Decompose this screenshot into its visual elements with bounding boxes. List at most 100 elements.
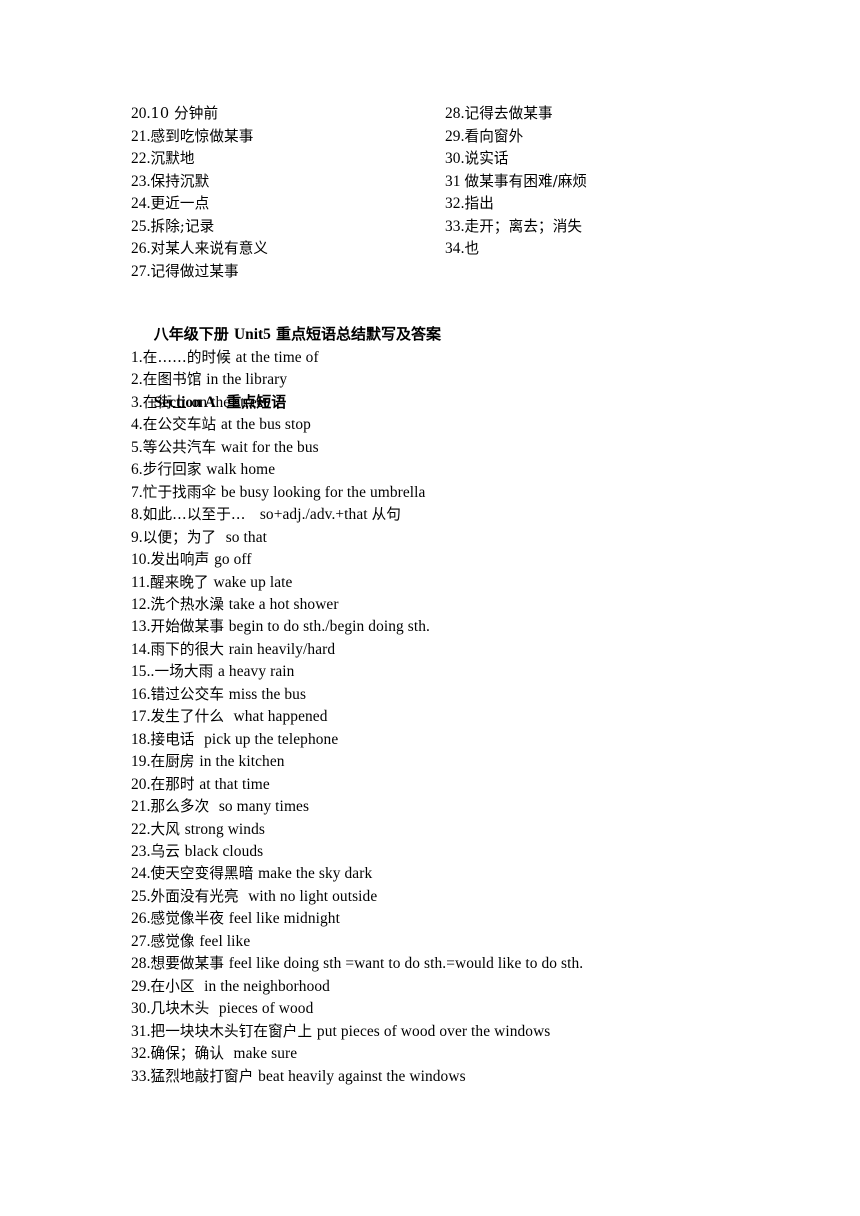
list-item: 5.等公共汽车 wait for the bus: [131, 437, 831, 459]
list-item-english: so many times: [218, 798, 310, 816]
list-item-number: 6.: [131, 461, 143, 479]
list-item: 21.感到吃惊做某事: [131, 126, 268, 149]
list-item-english: a heavy rain: [218, 663, 295, 681]
list-item: 13.开始做某事 begin to do sth./begin doing st…: [131, 616, 831, 638]
list-item-chinese: 感觉像半夜: [150, 910, 229, 928]
list-item-chinese: 指出: [464, 195, 494, 212]
list-item-english: on the street: [191, 393, 269, 411]
list-item-chinese-tail: 从句: [371, 506, 401, 524]
list-item-number: 2.: [131, 371, 143, 389]
list-item-number: 30.: [131, 1000, 151, 1018]
list-item: 29.看向窗外: [445, 126, 587, 149]
list-item-number: 16.: [131, 685, 151, 703]
list-item-number: 26.: [131, 910, 151, 928]
list-item-number: 14.: [131, 640, 151, 658]
list-item-chinese: 看向窗外: [464, 127, 524, 145]
list-item-number: 12.: [131, 595, 151, 613]
list-item-chinese: 保持沉默: [150, 172, 210, 190]
list-item-english: what happened: [233, 708, 328, 726]
list-item-chinese: 感到吃惊做某事: [150, 127, 254, 145]
list-item-number: 33.: [445, 217, 465, 235]
list-item-number: 8.: [131, 506, 143, 524]
list-item: 12.洗个热水澡 take a hot shower: [131, 594, 831, 616]
list-item-number: 21.: [131, 127, 151, 145]
list-item: 14.雨下的很大 rain heavily/hard: [131, 639, 831, 661]
list-item-chinese: 忙于找雨伞: [142, 483, 221, 501]
list-item: 22.大风 strong winds: [131, 819, 831, 841]
list-item-english: feel like: [199, 932, 251, 950]
list-item-chinese: 大风: [150, 820, 185, 838]
list-item: 27.记得做过某事: [131, 261, 268, 284]
list-item-chinese: 步行回家: [142, 461, 207, 479]
list-item-english: go off: [214, 551, 252, 569]
list-item: 24.更近一点: [131, 193, 268, 216]
list-item-chinese: 开始做某事: [150, 618, 229, 636]
list-item-english: wake up late: [213, 573, 293, 591]
list-item-chinese: 走开；离去；消失: [464, 217, 583, 235]
list-item-number: 31.: [131, 1022, 151, 1040]
list-item-number: 32.: [131, 1045, 151, 1063]
list-item-chinese: 在那时: [150, 775, 200, 793]
list-item-english: with no light outside: [248, 887, 378, 905]
list-item: 17.发生了什么 what happened: [131, 706, 831, 728]
list-item-english: put pieces of wood over the windows: [316, 1022, 551, 1040]
list-item-number: 22.: [131, 150, 151, 167]
list-item-chinese: 做某事有困难/麻烦: [464, 172, 588, 190]
list-item-number: 22.: [131, 820, 151, 838]
list-item-chinese: 几块木头: [150, 1000, 219, 1018]
list-item-number: 28.: [131, 955, 151, 973]
list-item: 23.保持沉默: [131, 171, 268, 194]
list-item-chinese: 发出响声: [150, 551, 215, 569]
list-item: 16.错过公交车 miss the bus: [131, 684, 831, 706]
list-item: 26.感觉像半夜 feel like midnight: [131, 908, 831, 930]
list-item-chinese: 把一块块木头钉在窗户上: [150, 1022, 317, 1040]
document-page: 20.10 分钟前 21.感到吃惊做某事 22.沉默地 23.保持沉默 24.更近一点 2…: [0, 0, 860, 1216]
list-item-english: wait for the bus: [220, 438, 319, 456]
list-item-chinese: 接电话: [150, 730, 205, 748]
list-item-english: in the neighborhood: [204, 977, 330, 995]
list-item-chinese: 醒来晚了: [149, 573, 214, 591]
list-item-chinese: 等公共汽车: [142, 438, 221, 456]
list-item: 31.把一块块木头钉在窗户上 put pieces of wood over t…: [131, 1021, 831, 1043]
list-item-number: 5.: [131, 438, 143, 456]
list-item-english: begin to do sth./begin doing sth.: [228, 618, 431, 636]
list-item-number: 25.: [131, 217, 151, 235]
list-item-chinese: 发生了什么: [150, 708, 234, 726]
list-item-chinese: 以便；为了: [142, 528, 226, 546]
list-item-english: pieces of wood: [218, 1000, 314, 1018]
list-item-chinese: 如此…以至于…: [142, 506, 260, 524]
list-item: 32.指出: [445, 193, 587, 216]
list-item: 7.忙于找雨伞 be busy looking for the umbrella: [131, 482, 831, 504]
list-item-number: 13.: [131, 618, 151, 636]
list-item-english: make sure: [233, 1045, 298, 1063]
list-item-number: 18.: [131, 730, 151, 748]
list-item-number: 1.: [131, 349, 143, 366]
list-item-english: in the library: [206, 371, 288, 389]
list-item: 9.以便；为了 so that: [131, 527, 831, 549]
list-item-number: 24.: [131, 195, 151, 212]
list-item-number: 9.: [131, 528, 143, 546]
list-item-number: 20.: [131, 105, 151, 122]
list-item: 26.对某人来说有意义: [131, 238, 268, 261]
top-left-column: 20.10 分钟前 21.感到吃惊做某事 22.沉默地 23.保持沉默 24.更近一点 2…: [131, 103, 268, 283]
list-item-number: 26.: [131, 240, 151, 257]
list-item: 21.那么多次 so many times: [131, 796, 831, 818]
list-item-number: 19.: [131, 753, 151, 771]
list-item: 3.在街上 on the street: [131, 392, 831, 414]
list-item-number: 3.: [131, 393, 143, 411]
list-item-chinese: 对某人来说有意义: [150, 240, 269, 257]
main-phrase-list: 1.在……的时候 at the time of 2.在图书馆 in the lib…: [131, 347, 831, 1088]
list-item-number: 24.: [131, 865, 151, 883]
list-item-chinese: 感觉像: [150, 932, 200, 950]
list-item-chinese: 确保；确认: [150, 1045, 234, 1063]
list-item-chinese: 雨下的很大: [150, 640, 229, 658]
list-item: 29.在小区 in the neighborhood: [131, 976, 831, 998]
list-item-chinese: 更近一点: [150, 195, 210, 212]
list-item-number: 11.: [131, 573, 150, 591]
list-item-english: pick up the telephone: [204, 730, 339, 748]
list-item-number: 21.: [131, 798, 151, 816]
list-item-english: at the time of: [235, 349, 319, 366]
list-item: 6.步行回家 walk home: [131, 459, 831, 481]
list-item: 4.在公交车站 at the bus stop: [131, 414, 831, 436]
list-item-chinese: 猛烈地敲打窗户: [150, 1067, 259, 1085]
